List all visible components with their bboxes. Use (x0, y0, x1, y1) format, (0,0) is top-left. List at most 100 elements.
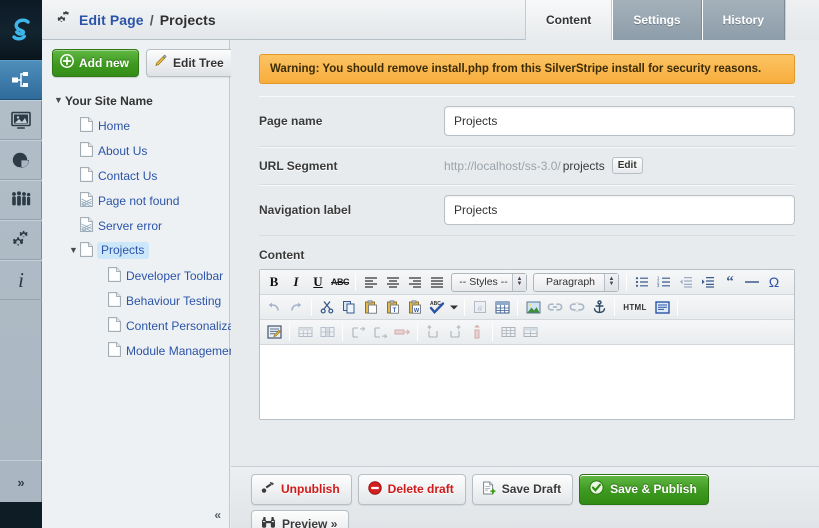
format-select[interactable]: Paragraph ▲▼ (533, 273, 619, 292)
tree-item-projects[interactable]: ▼Projects (52, 238, 229, 263)
insert-content-icon[interactable] (651, 297, 673, 318)
url-segment-label: URL Segment (259, 159, 444, 173)
paste-icon[interactable] (360, 297, 382, 318)
tab-settings[interactable]: Settings (612, 0, 701, 40)
tree-item-content-personalization[interactable]: ▼Content Personalization (52, 313, 229, 338)
ordered-list-icon[interactable]: 123 (653, 272, 675, 293)
spellcheck-dropdown-icon[interactable] (448, 297, 460, 318)
form-actions-bar: Unpublish Delete draft (231, 466, 819, 528)
paste-word-icon[interactable]: W (404, 297, 426, 318)
bold-icon[interactable]: B (263, 272, 285, 293)
align-left-icon[interactable] (360, 272, 382, 293)
tab-content[interactable]: Content (525, 0, 612, 40)
save-publish-button[interactable]: Save & Publish (579, 474, 709, 505)
tree-item-your-site-name[interactable]: ▼Your Site Name (52, 88, 229, 113)
styles-select-value: -- Styles -- (458, 276, 512, 288)
delete-col-icon[interactable] (466, 322, 488, 343)
edit-source-icon[interactable] (263, 322, 285, 343)
underline-icon[interactable]: U (307, 272, 329, 293)
page-name-input[interactable] (444, 106, 795, 136)
url-edit-button[interactable]: Edit (612, 157, 643, 174)
unpublish-icon (261, 481, 275, 497)
insert-link-icon[interactable] (544, 297, 566, 318)
edit-html-icon[interactable]: HTML (619, 297, 651, 318)
tree-item-server-error[interactable]: ▼Server error (52, 213, 229, 238)
special-character-icon[interactable]: Ω (763, 272, 785, 293)
editor-content-area[interactable] (260, 345, 794, 419)
unordered-list-icon[interactable] (631, 272, 653, 293)
table-row-props-icon[interactable] (294, 322, 316, 343)
tree-toggle-icon[interactable]: ▼ (67, 246, 80, 255)
cut-icon[interactable] (316, 297, 338, 318)
edit-tree-button[interactable]: Edit Tree (146, 49, 234, 77)
insert-row-after-icon[interactable] (369, 322, 391, 343)
rail-expand-button[interactable]: » (0, 461, 42, 503)
tree-item-page-not-found[interactable]: ▼Page not found (52, 188, 229, 213)
unpublish-label: Unpublish (281, 482, 340, 496)
toolbar-separator (342, 324, 343, 341)
tree-item-about-us[interactable]: ▼About Us (52, 138, 229, 163)
tree-item-contact-us[interactable]: ▼Contact Us (52, 163, 229, 188)
page-tree-panel: Add new Edit Tree ▼Your Site Name▼Home▼A… (42, 40, 230, 528)
blockquote-icon[interactable]: “ (719, 272, 741, 293)
horizontal-rule-icon[interactable] (741, 272, 763, 293)
preview-button[interactable]: Preview » (251, 510, 349, 528)
undo-icon[interactable] (263, 297, 285, 318)
wysiwyg-editor: B I U ABC (259, 269, 795, 420)
delete-draft-button[interactable]: Delete draft (358, 474, 466, 505)
breadcrumb-link-edit-page[interactable]: Edit Page (79, 12, 144, 28)
help-icon: i (14, 269, 28, 291)
tree-item-label: Contact Us (98, 169, 157, 183)
align-justify-icon[interactable] (426, 272, 448, 293)
tree-collapse-button[interactable]: « (214, 508, 221, 522)
tree-item-behaviour-testing[interactable]: ▼Behaviour Testing (52, 288, 229, 313)
sidebar-item-files[interactable] (0, 100, 42, 140)
sidebar-item-settings[interactable] (0, 220, 42, 260)
delete-row-icon[interactable] (391, 322, 413, 343)
italic-icon[interactable]: I (285, 272, 307, 293)
tab-history[interactable]: History (702, 0, 785, 40)
unlink-icon[interactable] (566, 297, 588, 318)
sidebar-item-pages[interactable] (0, 60, 42, 100)
table-cell-props-icon[interactable] (316, 322, 338, 343)
toolbar-separator (464, 299, 465, 316)
sidebar-item-security[interactable] (0, 180, 42, 220)
navigation-label-input[interactable] (444, 195, 795, 225)
tree-item-developer-toolbar[interactable]: ▼Developer Toolbar (52, 263, 229, 288)
sidebar-item-help[interactable]: i (0, 260, 42, 300)
anchor-icon[interactable] (588, 297, 610, 318)
merge-cells-icon[interactable] (519, 322, 541, 343)
reports-icon (11, 150, 31, 170)
insert-table-icon[interactable] (491, 297, 513, 318)
insert-col-before-icon[interactable] (422, 322, 444, 343)
breadcrumb-separator: / (150, 12, 154, 28)
indent-icon[interactable] (697, 272, 719, 293)
align-right-icon[interactable] (404, 272, 426, 293)
delete-draft-label: Delete draft (388, 482, 454, 496)
tree-item-module-management[interactable]: ▼Module Management (52, 338, 229, 363)
unpublish-button[interactable]: Unpublish (251, 474, 352, 505)
silverstripe-logo[interactable] (0, 0, 42, 60)
split-cells-icon[interactable] (497, 322, 519, 343)
insert-image-icon[interactable] (522, 297, 544, 318)
content-field-label: Content (259, 248, 795, 262)
copy-icon[interactable] (338, 297, 360, 318)
insert-row-before-icon[interactable] (347, 322, 369, 343)
pencil-icon (154, 54, 168, 71)
binoculars-icon (261, 516, 276, 528)
outdent-icon[interactable] (675, 272, 697, 293)
paste-text-icon[interactable]: T (382, 297, 404, 318)
insert-col-after-icon[interactable] (444, 322, 466, 343)
strikethrough-icon[interactable]: ABC (329, 272, 351, 293)
add-new-button[interactable]: Add new (52, 49, 139, 77)
save-draft-button[interactable]: Save Draft (472, 474, 573, 505)
tree-toggle-icon[interactable]: ▼ (52, 96, 65, 105)
content-tabs: Content Settings History (525, 0, 819, 40)
align-center-icon[interactable] (382, 272, 404, 293)
insert-media-icon[interactable]: a (469, 297, 491, 318)
tree-item-home[interactable]: ▼Home (52, 113, 229, 138)
styles-select[interactable]: -- Styles -- ▲▼ (451, 273, 527, 292)
redo-icon[interactable] (285, 297, 307, 318)
spellcheck-icon[interactable]: ABC (426, 297, 448, 318)
sidebar-item-reports[interactable] (0, 140, 42, 180)
